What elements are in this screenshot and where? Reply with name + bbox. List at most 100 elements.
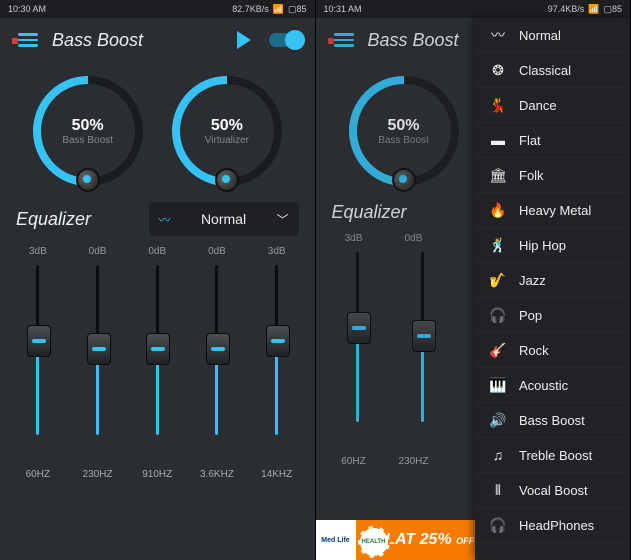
ad-brand: Med Life xyxy=(316,520,356,560)
preset-item[interactable]: 🏛 Folk xyxy=(475,158,630,193)
freq-row: 60HZ230HZ910HZ3.6KHZ14KHZ xyxy=(0,465,315,488)
dials-row: 50% Bass Boost 50% Virtualizer xyxy=(0,62,315,194)
preset-item[interactable]: 〰 Normal xyxy=(475,18,630,53)
signal-icon: 📶 xyxy=(588,4,599,15)
play-button[interactable] xyxy=(237,31,251,49)
preset-menu: 〰 Normal ❂ Classical 💃Dance ▬ Flat 🏛 Folk 🔥 Heavy … xyxy=(475,18,630,560)
preset-icon: 🔥 xyxy=(489,201,507,219)
slider-thumb-icon[interactable] xyxy=(412,320,436,352)
screen-preset-open: 10:31 AM 97.4KB/s 📶 ▢85 Bass Boost 50% B… xyxy=(316,0,631,560)
preset-icon: ❂ xyxy=(489,61,507,79)
virtualizer-knob-icon[interactable] xyxy=(215,168,239,192)
signal-icon: 📶 xyxy=(273,4,284,15)
equalizer-title: Equalizer xyxy=(16,209,139,230)
screen-main: 10:30 AM 82.7KB/s 📶 ▢85 Bass Boost 50% B… xyxy=(0,0,316,560)
freq-label: 230HZ xyxy=(68,469,128,480)
preset-dropdown[interactable]: 〰 Normal ﹀ xyxy=(149,202,299,236)
slider-thumb-icon[interactable] xyxy=(87,333,111,365)
bass-boost-value: 50% xyxy=(72,117,104,135)
freq-label: 60HZ xyxy=(8,469,68,480)
preset-item[interactable]: 🎧HeadPhones xyxy=(475,508,630,543)
bass-boost-dial[interactable]: 50% Bass Boost xyxy=(28,76,148,186)
preset-icon: 🔊 xyxy=(489,411,507,429)
freq-label: 230HZ xyxy=(384,456,444,467)
preset-icon: ♫ xyxy=(489,446,507,464)
preset-item[interactable]: 💃Dance xyxy=(475,88,630,123)
eq-slider[interactable] xyxy=(68,265,128,465)
slider-thumb-icon[interactable] xyxy=(347,312,371,344)
preset-label: Hip Hop xyxy=(519,238,566,253)
db-label: 0dB xyxy=(127,246,187,257)
preset-item[interactable]: 🕺 Hip Hop xyxy=(475,228,630,263)
preset-label: Normal xyxy=(201,211,246,227)
ad-banner[interactable]: Med Life HEALTH FLAT 25% OFF xyxy=(316,520,476,560)
bass-boost-knob-icon[interactable] xyxy=(76,168,100,192)
slider-thumb-icon[interactable] xyxy=(206,333,230,365)
preset-item[interactable]: 🎷 Jazz xyxy=(475,263,630,298)
preset-item[interactable]: 🎹 Acoustic xyxy=(475,368,630,403)
preset-label: Jazz xyxy=(519,273,546,288)
slider-thumb-icon[interactable] xyxy=(146,333,170,365)
eq-slider[interactable] xyxy=(403,252,443,452)
virtualizer-dial[interactable]: 50% Virtualizer xyxy=(167,76,287,186)
bass-boost-dial[interactable]: 50% Bass Boost xyxy=(344,76,464,186)
battery-icon: ▢85 xyxy=(603,4,622,15)
equalizer-header: Equalizer 〰 Normal ﹀ xyxy=(0,194,315,244)
preset-item[interactable]: ⦀ Vocal Boost xyxy=(475,473,630,508)
preset-icon: 🎷 xyxy=(489,271,507,289)
preset-item[interactable]: ♫ Treble Boost xyxy=(475,438,630,473)
ad-badge-icon: HEALTH xyxy=(358,526,390,558)
db-label: 3dB xyxy=(247,246,307,257)
menu-button[interactable] xyxy=(18,33,38,47)
preset-label: Classical xyxy=(519,63,571,78)
power-toggle[interactable] xyxy=(269,33,303,47)
preset-item[interactable]: ▬ Flat xyxy=(475,123,630,158)
preset-item[interactable]: ❂ Classical xyxy=(475,53,630,88)
status-time: 10:31 AM xyxy=(324,4,362,14)
preset-label: Acoustic xyxy=(519,378,568,393)
preset-label: Treble Boost xyxy=(519,448,592,463)
virtualizer-label: Virtualizer xyxy=(205,135,249,146)
preset-icon: 🎹 xyxy=(489,376,507,394)
preset-label: Rock xyxy=(519,343,549,358)
preset-icon: ⦀ xyxy=(489,481,507,499)
preset-icon: 〰 xyxy=(489,26,507,44)
preset-label: HeadPhones xyxy=(519,518,594,533)
preset-label: Dance xyxy=(519,98,557,113)
db-label: 0dB xyxy=(384,233,444,244)
preset-item[interactable]: 🎸 Rock xyxy=(475,333,630,368)
preset-label: Pop xyxy=(519,308,542,323)
slider-thumb-icon[interactable] xyxy=(27,325,51,357)
wave-icon: 〰 xyxy=(159,211,171,228)
status-speed: 82.7KB/s xyxy=(232,4,269,14)
eq-slider[interactable] xyxy=(247,265,307,465)
preset-item[interactable]: 🔥 Heavy Metal xyxy=(475,193,630,228)
freq-label: 3.6KHZ xyxy=(187,469,247,480)
preset-icon: 🎸 xyxy=(489,341,507,359)
preset-label: Normal xyxy=(519,28,561,43)
menu-button[interactable] xyxy=(334,33,354,47)
preset-item[interactable]: 🎧Pop xyxy=(475,298,630,333)
eq-slider[interactable] xyxy=(8,265,68,465)
freq-label: 14KHZ xyxy=(247,469,307,480)
bass-boost-knob-icon[interactable] xyxy=(392,168,416,192)
status-bar: 10:31 AM 97.4KB/s 📶 ▢85 xyxy=(316,0,631,18)
status-speed: 97.4KB/s xyxy=(548,4,585,14)
app-bar: Bass Boost xyxy=(0,18,315,62)
preset-icon: ▬ xyxy=(489,131,507,149)
eq-slider[interactable] xyxy=(127,265,187,465)
eq-slider[interactable] xyxy=(187,265,247,465)
db-label: 0dB xyxy=(68,246,128,257)
preset-item[interactable]: 🔊Bass Boost xyxy=(475,403,630,438)
preset-icon: 🏛 xyxy=(489,166,507,184)
bass-boost-label: Bass Boost xyxy=(378,135,429,146)
eq-slider[interactable] xyxy=(338,252,378,452)
preset-label: Flat xyxy=(519,133,541,148)
bass-boost-label: Bass Boost xyxy=(62,135,113,146)
preset-icon: 🕺 xyxy=(489,236,507,254)
chevron-down-icon: ﹀ xyxy=(276,211,288,228)
preset-label: Folk xyxy=(519,168,544,183)
slider-thumb-icon[interactable] xyxy=(266,325,290,357)
preset-label: Vocal Boost xyxy=(519,483,588,498)
preset-label: Heavy Metal xyxy=(519,203,591,218)
